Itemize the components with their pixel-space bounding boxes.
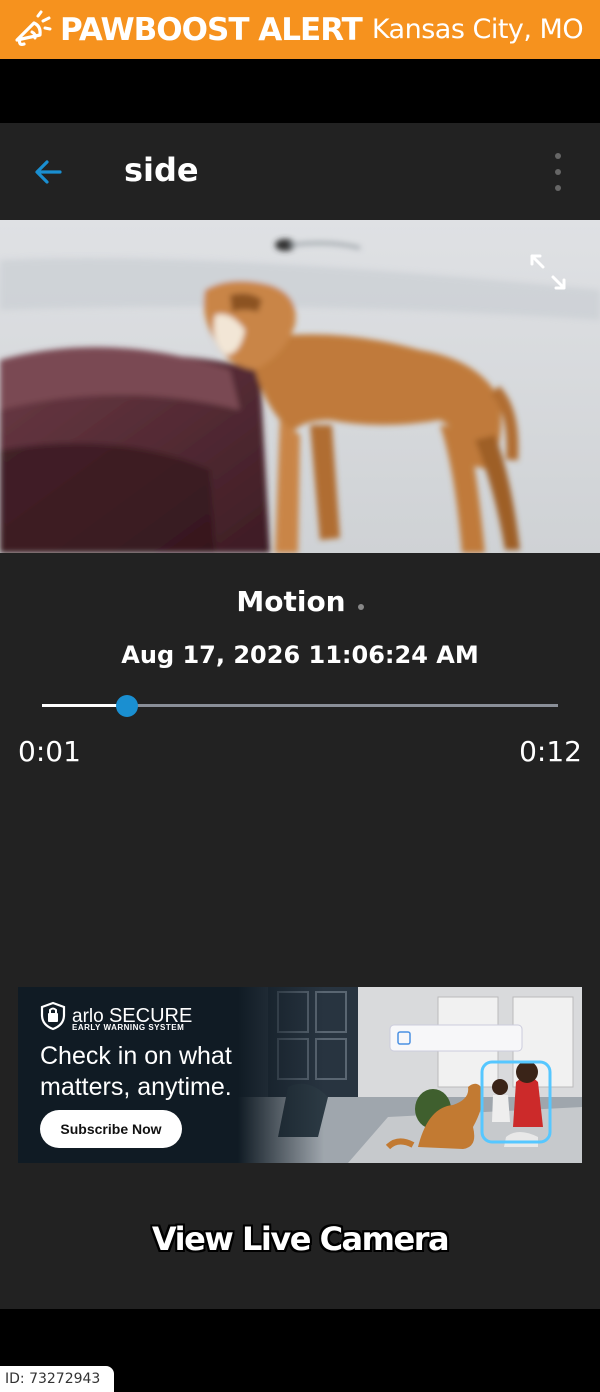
camera-app-screen: side Motion Aug 17, 2026 11:06:24 AM 0:0… (0, 123, 600, 1309)
time-current: 0:01 (18, 735, 81, 768)
arlo-shield-icon (40, 1001, 66, 1031)
event-timestamp: Aug 17, 2026 11:06:24 AM (121, 641, 479, 669)
camera-title: side (124, 151, 199, 189)
scrubber-progress (42, 704, 127, 707)
separator-dot (357, 603, 364, 610)
banner-brand: PAWBOOST ALERT (60, 11, 363, 48)
ad-headline: Check in on what matters, anytime. (40, 1042, 232, 1101)
arlo-tagline: EARLY WARNING SYSTEM (72, 1023, 185, 1032)
alert-bell-icon (15, 10, 52, 46)
subscribe-now-button[interactable]: Subscribe Now (40, 1110, 182, 1148)
pawboost-banner: PAWBOOST ALERT Kansas City, MO (0, 0, 600, 59)
view-live-camera-button[interactable]: View Live Camera (0, 1220, 600, 1258)
arlo-logo: arlo SECURE EARLY WARNING SYSTEM (40, 1001, 192, 1032)
playback-scrubber[interactable] (42, 695, 558, 717)
alert-id-badge: ID: 73272943 (0, 1366, 114, 1392)
arrow-left-icon[interactable] (30, 153, 68, 191)
arlo-ad-banner[interactable]: arlo SECURE EARLY WARNING SYSTEM Check i… (18, 987, 582, 1163)
ad-backyard-image (238, 987, 582, 1163)
event-heading: Motion (0, 585, 600, 618)
event-type: Motion (236, 585, 346, 618)
more-vertical-icon[interactable] (546, 153, 570, 191)
banner-location: Kansas City, MO (371, 14, 584, 45)
fullscreen-icon[interactable] (528, 252, 568, 292)
scrubber-handle[interactable] (115, 695, 138, 717)
dog-video-still (0, 220, 600, 553)
time-total: 0:12 (519, 735, 582, 768)
top-bar: side (0, 123, 600, 220)
video-frame[interactable] (0, 220, 600, 553)
